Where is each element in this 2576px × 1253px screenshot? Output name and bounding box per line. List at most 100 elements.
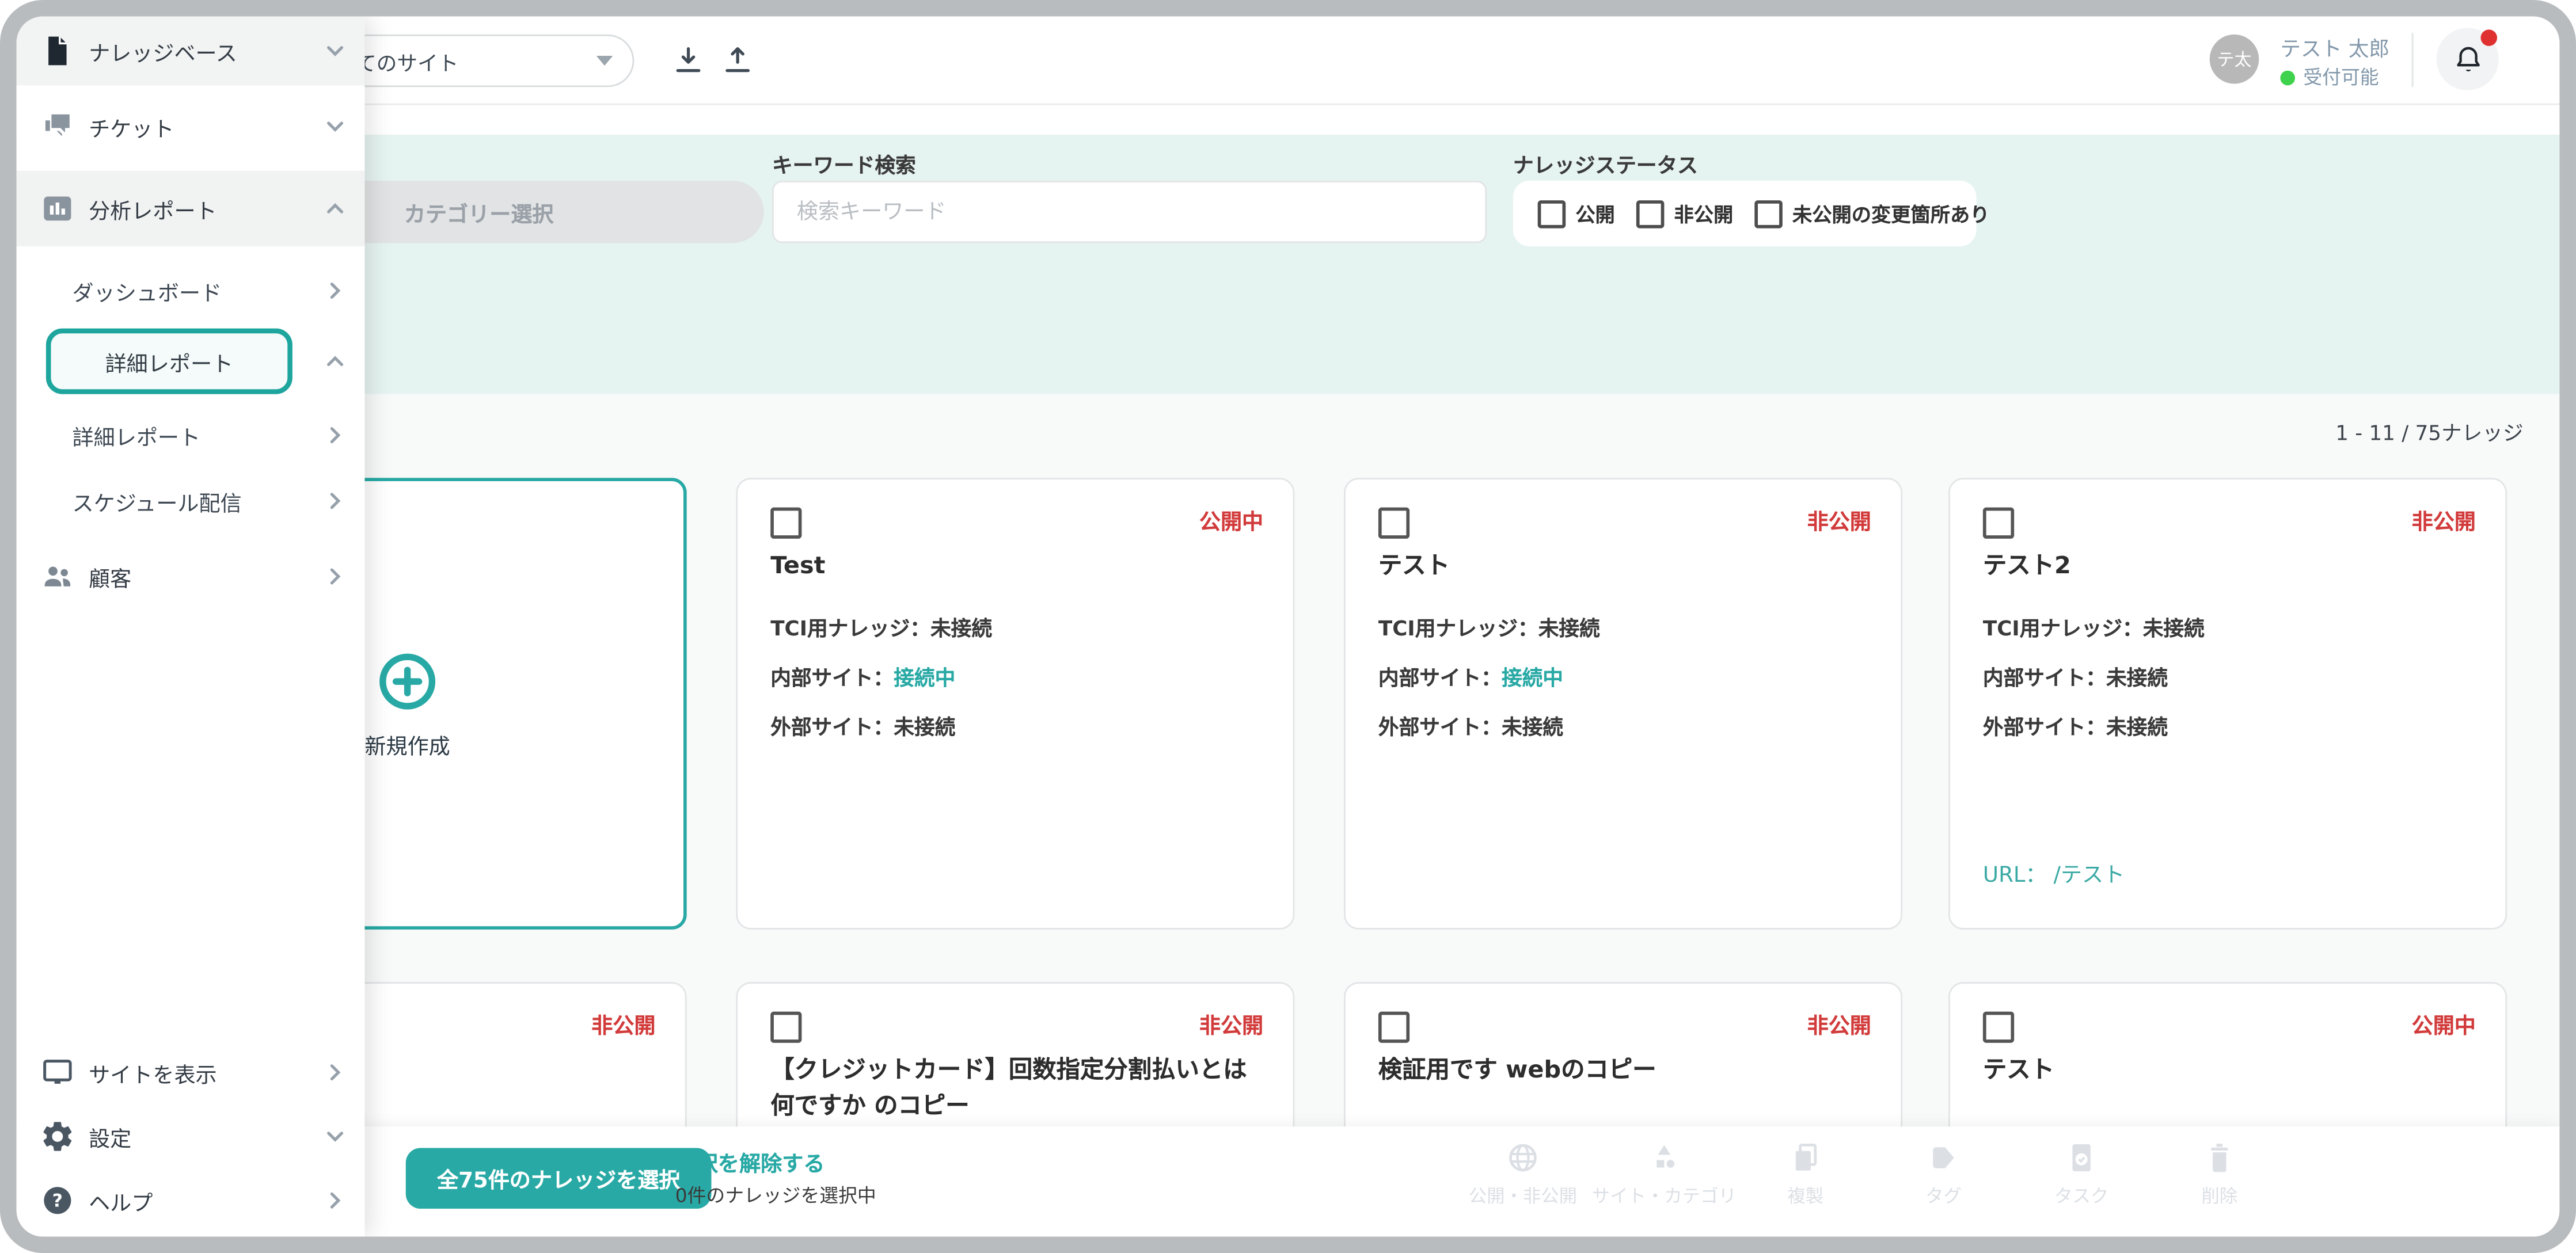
meta-value: 未接続 (2106, 665, 2168, 690)
meta-value: 未接続 (2106, 714, 2168, 739)
checkbox-icon[interactable] (1636, 200, 1665, 228)
tag-icon (1925, 1140, 1962, 1176)
online-dot-icon (2280, 70, 2295, 85)
status-badge: 非公開 (1199, 1008, 1263, 1039)
keyword-search-input[interactable] (772, 181, 1487, 243)
chevron-right-icon (322, 1059, 348, 1086)
chat-icon (39, 108, 75, 144)
status-badge: 公開中 (1199, 504, 1263, 535)
chevron-up-icon (322, 348, 348, 375)
knowledge-status-label: ナレッジステータス (1513, 148, 1698, 179)
copy-icon (1787, 1140, 1823, 1176)
checkbox-icon[interactable] (1983, 1012, 2014, 1043)
selected-count: 0件のナレッジを選択中 (675, 1182, 876, 1209)
card-title: 【クレジットカード】回数指定分割払いとは何ですか のコピー (770, 1053, 1263, 1126)
knowledge-card[interactable]: 公開中 Test TCI用ナレッジ：未接続 内部サイト：接続中 外部サイト：未接… (736, 478, 1294, 930)
url-value: /テスト (2053, 864, 2125, 889)
user-name: テスト 太郎 (2280, 31, 2389, 62)
header-divider (2412, 33, 2414, 87)
sidebar-item-schedule-delivery[interactable]: スケジュール配信 (17, 466, 365, 535)
meta-label: 外部サイト： (770, 714, 894, 739)
knowledge-card[interactable]: 非公開 テスト TCI用ナレッジ：未接続 内部サイト：接続中 外部サイト：未接続 (1344, 478, 1902, 930)
card-url[interactable]: URL： /テスト (1983, 857, 2125, 888)
action-tag[interactable]: タグ (1871, 1140, 2016, 1209)
chevron-down-icon (322, 38, 348, 64)
checkbox-icon[interactable] (1378, 1012, 1409, 1043)
deselect-link[interactable]: 選択を解除する (675, 1147, 825, 1178)
sidebar-item-customers[interactable]: 顧客 (17, 542, 365, 611)
status-badge: 非公開 (1807, 504, 1871, 535)
card-meta: TCI用ナレッジ：未接続 内部サイト：接続中 外部サイト：未接続 (770, 611, 992, 759)
chevron-right-icon (322, 422, 348, 448)
checkbox-icon[interactable] (1754, 200, 1783, 228)
meta-value: 未接続 (1502, 714, 1563, 739)
bar-chart-icon (39, 191, 75, 227)
action-delete[interactable]: 削除 (2147, 1140, 2292, 1209)
meta-value: 未接続 (930, 616, 992, 641)
sidebar-item-analytics-report[interactable]: 分析レポート (17, 171, 365, 246)
action-task[interactable]: タスク (2009, 1140, 2154, 1209)
sidebar-item-tickets[interactable]: チケット (17, 92, 365, 161)
bell-icon (2452, 44, 2483, 75)
checkbox-icon[interactable] (770, 508, 801, 539)
sidebar-item-detail-report[interactable]: 詳細レポート (17, 401, 365, 470)
checkbox-icon[interactable] (1378, 508, 1409, 539)
status-option-unpublished-changes[interactable]: 未公開の変更箇所あり (1754, 200, 1989, 228)
checkbox-icon[interactable] (770, 1012, 801, 1043)
card-meta: TCI用ナレッジ：未接続 内部サイト：未接続 外部サイト：未接続 (1983, 611, 2205, 759)
sidebar: ナレッジベース チケット (17, 17, 365, 1237)
sidebar-item-help[interactable]: ? ヘルプ (17, 1166, 365, 1235)
sidebar-item-label: ヘルプ (89, 1185, 153, 1216)
sidebar-item-label: 分析レポート (89, 193, 217, 224)
status-option-private[interactable]: 非公開 (1636, 200, 1733, 228)
action-label: 複製 (1787, 1182, 1823, 1209)
status-option-label: 公開 (1575, 200, 1615, 228)
new-card-label: 新規作成 (364, 728, 450, 759)
sidebar-item-settings[interactable]: 設定 (17, 1102, 365, 1171)
download-icon[interactable] (670, 43, 706, 79)
sidebar-item-label: ダッシュボード (73, 275, 222, 306)
status-option-public[interactable]: 公開 (1538, 200, 1615, 228)
action-site-category[interactable]: サイト・カテゴリ (1592, 1140, 1737, 1209)
meta-value: 未接続 (894, 714, 955, 739)
action-duplicate[interactable]: 複製 (1733, 1140, 1878, 1209)
action-label: 削除 (2201, 1182, 2237, 1209)
chevron-right-icon (322, 563, 348, 590)
sidebar-item-label: 詳細レポート (73, 420, 201, 451)
avatar-initials: テ太 (2217, 47, 2252, 71)
sidebar-item-knowledge-base[interactable]: ナレッジベース (17, 17, 365, 86)
meta-value: 未接続 (2143, 616, 2205, 641)
card-title: テスト (1983, 1053, 2476, 1090)
sidebar-item-dashboard[interactable]: ダッシュボード (17, 256, 365, 325)
action-publish-toggle[interactable]: 公開・非公開 (1450, 1140, 1595, 1209)
sidebar-item-label: ナレッジベース (89, 35, 237, 66)
status-badge: 非公開 (591, 1008, 655, 1039)
avatar[interactable]: テ太 (2210, 35, 2259, 84)
chevron-right-icon (322, 1187, 348, 1214)
meta-label: 内部サイト： (770, 665, 894, 690)
help-icon: ? (39, 1182, 75, 1218)
action-label: タスク (2054, 1182, 2108, 1209)
status-option-label: 非公開 (1674, 200, 1734, 228)
meta-value: 未接続 (1538, 616, 1600, 641)
checkbox-icon[interactable] (1983, 508, 2014, 539)
select-all-button[interactable]: 全75件のナレッジを選択 (406, 1148, 712, 1209)
globe-icon (1505, 1140, 1541, 1176)
status-option-label: 未公開の変更箇所あり (1792, 200, 1989, 228)
checkbox-icon[interactable] (1538, 200, 1566, 228)
card-title: Test (770, 549, 1263, 585)
upload-icon[interactable] (720, 43, 756, 79)
gear-icon (39, 1118, 75, 1155)
sidebar-item-label: 顧客 (89, 561, 131, 592)
sidebar-item-view-site[interactable]: サイトを表示 (17, 1038, 365, 1107)
knowledge-card[interactable]: 非公開 テスト2 TCI用ナレッジ：未接続 内部サイト：未接続 外部サイト：未接… (1948, 478, 2507, 930)
action-label: タグ (1925, 1182, 1962, 1209)
sidebar-item-detail-report-highlighted[interactable]: 詳細レポート (46, 329, 292, 394)
user-status: 受付可能 (2280, 64, 2379, 90)
status-badge: 非公開 (2412, 504, 2476, 535)
plus-circle-icon (375, 648, 440, 714)
app-window: すべてのサイト テ太 テスト 太郎 受付可能 (0, 0, 2576, 1253)
status-badge: 非公開 (1807, 1008, 1871, 1039)
action-label: サイト・カテゴリ (1592, 1182, 1737, 1209)
card-meta: TCI用ナレッジ：未接続 内部サイト：接続中 外部サイト：未接続 (1378, 611, 1600, 759)
